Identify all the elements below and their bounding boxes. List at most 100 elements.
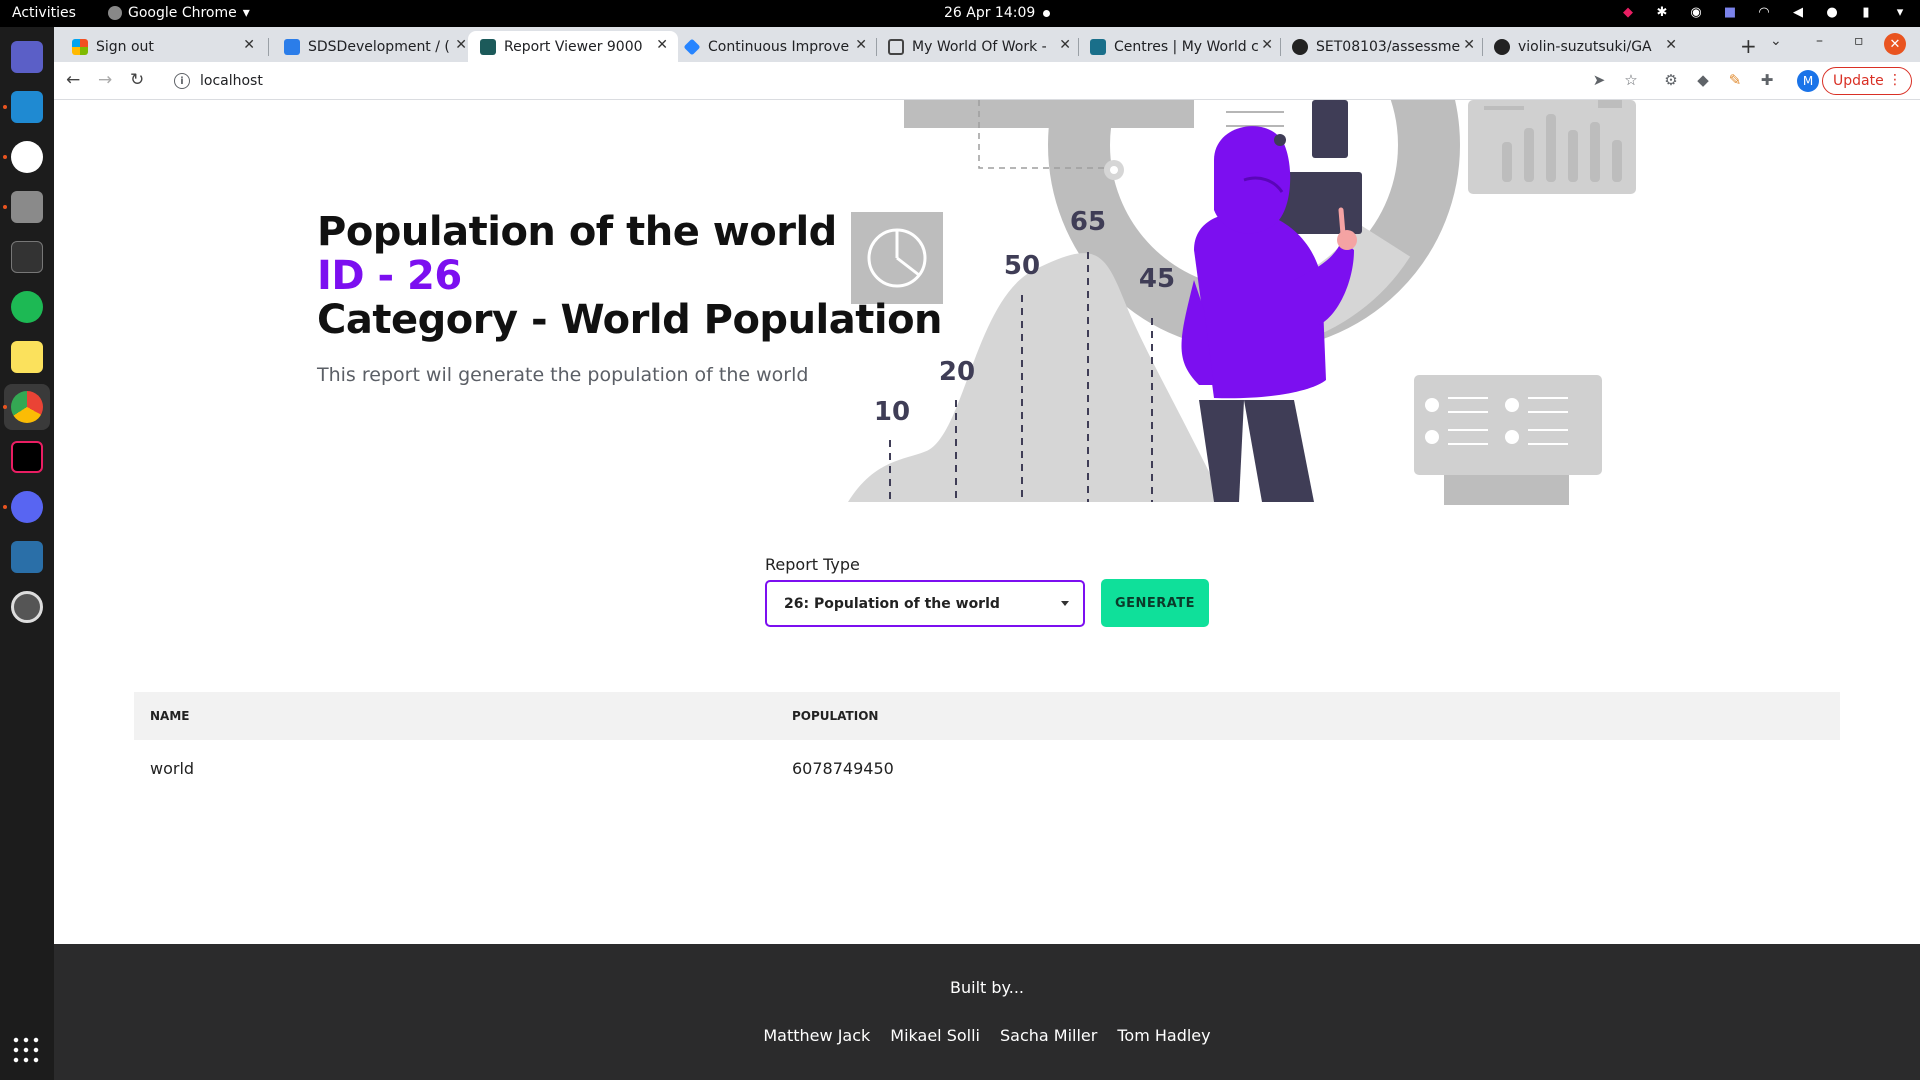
screenshot-icon[interactable] bbox=[11, 541, 43, 573]
notification-dot-icon bbox=[1043, 9, 1051, 17]
tab-report-viewer[interactable]: Report Viewer 9000 ✕ bbox=[468, 31, 678, 62]
extension-pen-icon[interactable]: ✎ bbox=[1726, 71, 1744, 89]
teams-tray-icon[interactable]: ■ bbox=[1722, 4, 1738, 20]
terminal-icon[interactable] bbox=[11, 241, 43, 273]
minimize-icon[interactable]: – bbox=[1816, 33, 1823, 49]
volume-icon[interactable]: ◀ bbox=[1790, 4, 1806, 20]
illustration-label-10: 10 bbox=[874, 397, 910, 427]
illustration-label-20: 20 bbox=[939, 357, 975, 387]
report-type-label: Report Type bbox=[765, 555, 860, 574]
clock[interactable]: 26 Apr 14:09 bbox=[944, 5, 1051, 21]
report-category: Category - World Population bbox=[317, 297, 943, 343]
github-icon bbox=[1494, 38, 1510, 55]
restore-icon[interactable]: ▫ bbox=[1854, 33, 1864, 49]
tab-set08103[interactable]: SET08103/assessme ✕ bbox=[1280, 31, 1485, 62]
centres-icon bbox=[1090, 38, 1106, 55]
author-name: Tom Hadley bbox=[1117, 1026, 1211, 1045]
spotify-icon[interactable] bbox=[11, 291, 43, 323]
illustration-label-45: 45 bbox=[1139, 264, 1175, 294]
tab-title: Report Viewer 9000 bbox=[504, 38, 643, 55]
slack-tray-icon[interactable]: ✱ bbox=[1654, 4, 1670, 20]
jira-icon bbox=[683, 38, 701, 55]
author-name: Matthew Jack bbox=[763, 1026, 871, 1045]
dock bbox=[0, 27, 54, 1080]
page-icon bbox=[888, 38, 904, 55]
address-bar[interactable]: i localhost bbox=[114, 66, 1594, 96]
close-icon[interactable]: ✕ bbox=[243, 37, 255, 53]
discord-tray-icon[interactable]: ◉ bbox=[1688, 4, 1704, 20]
cell-population: 6078749450 bbox=[792, 759, 894, 778]
built-by-label: Built by... bbox=[950, 978, 1024, 997]
tab-search-icon[interactable]: ⌄ bbox=[1770, 33, 1782, 49]
report-type-selected-value: 26: Population of the world bbox=[784, 595, 1000, 612]
app-indicator-icon[interactable]: ◆ bbox=[1620, 4, 1636, 20]
report-viewer-favicon-icon bbox=[480, 38, 496, 55]
cell-name: world bbox=[150, 759, 195, 778]
window-close-button[interactable]: ✕ bbox=[1884, 33, 1906, 55]
tab-continuous-improve[interactable]: Continuous Improve ✕ bbox=[672, 31, 877, 62]
close-icon[interactable]: ✕ bbox=[1261, 37, 1273, 53]
intellij-icon[interactable] bbox=[11, 441, 43, 473]
profile-avatar[interactable]: M bbox=[1797, 70, 1819, 92]
close-icon[interactable]: ✕ bbox=[1463, 37, 1475, 53]
tab-sdsdevelopment[interactable]: SDSDevelopment / ( ✕ bbox=[272, 31, 477, 62]
activities-button[interactable]: Activities bbox=[12, 5, 76, 21]
close-icon[interactable]: ✕ bbox=[855, 37, 867, 53]
send-to-device-icon[interactable]: ➤ bbox=[1590, 71, 1608, 89]
navigation-bar: ← → ↻ i localhost ➤ ☆ ⚙ ◆ ✎ ✚ M Update ⋮ bbox=[54, 62, 1920, 100]
update-button[interactable]: Update ⋮ bbox=[1822, 67, 1912, 95]
report-id: ID - 26 bbox=[317, 253, 462, 299]
extension-gear-icon[interactable]: ⚙ bbox=[1662, 71, 1680, 89]
generate-button[interactable]: GENERATE bbox=[1101, 579, 1209, 627]
teams-icon[interactable] bbox=[11, 41, 43, 73]
show-apps-icon[interactable] bbox=[11, 1035, 43, 1067]
tab-title: Continuous Improve bbox=[708, 38, 850, 55]
results-table: NAME POPULATION world 6078749450 bbox=[134, 692, 1840, 797]
report-heading: Population of the world ID - 26 Category… bbox=[317, 210, 943, 343]
report-type-select[interactable]: 26: Population of the world bbox=[765, 580, 1085, 627]
tab-strip: Sign out ✕ SDSDevelopment / ( ✕ Report V… bbox=[54, 27, 1920, 62]
tab-title: My World Of Work - bbox=[912, 38, 1047, 55]
microphone-icon[interactable]: ● bbox=[1824, 4, 1840, 20]
vscode-icon[interactable] bbox=[11, 91, 43, 123]
site-info-icon[interactable]: i bbox=[174, 73, 190, 89]
new-tab-button[interactable]: + bbox=[1740, 34, 1757, 58]
close-icon[interactable]: ✕ bbox=[1665, 37, 1677, 53]
tab-centres[interactable]: Centres | My World c ✕ bbox=[1078, 31, 1283, 62]
forward-arrow-icon[interactable]: → bbox=[98, 70, 112, 90]
extension-cube-icon[interactable]: ◆ bbox=[1694, 71, 1712, 89]
illustration-label-65: 65 bbox=[1070, 207, 1106, 237]
chrome-dock-icon[interactable] bbox=[11, 391, 43, 423]
back-arrow-icon[interactable]: ← bbox=[66, 70, 80, 90]
column-header-name: NAME bbox=[150, 709, 190, 723]
kebab-menu-icon: ⋮ bbox=[1888, 72, 1902, 88]
wifi-icon[interactable]: ◠ bbox=[1756, 4, 1772, 20]
close-icon[interactable]: ✕ bbox=[656, 37, 668, 53]
tab-sign-out[interactable]: Sign out ✕ bbox=[60, 31, 265, 62]
system-tray[interactable]: ◆ ✱ ◉ ■ ◠ ◀ ● ▮ ▾ bbox=[1620, 4, 1908, 20]
report-description: This report wil generate the population … bbox=[317, 364, 809, 386]
tab-my-world-of-work[interactable]: My World Of Work - ✕ bbox=[876, 31, 1081, 62]
tab-title: Sign out bbox=[96, 38, 154, 55]
update-label: Update bbox=[1833, 73, 1884, 89]
table-row: world 6078749450 bbox=[134, 740, 1840, 797]
slack-icon[interactable] bbox=[11, 141, 43, 173]
close-icon[interactable]: ✕ bbox=[1059, 37, 1071, 53]
battery-icon[interactable]: ▮ bbox=[1858, 4, 1874, 20]
system-top-bar: Activities Google Chrome ▾ 26 Apr 14:09 … bbox=[0, 0, 1920, 27]
discord-icon[interactable] bbox=[11, 491, 43, 523]
bookmark-star-icon[interactable]: ☆ bbox=[1622, 71, 1640, 89]
microsoft-icon bbox=[72, 38, 88, 55]
notes-icon[interactable] bbox=[11, 341, 43, 373]
report-viewer-page: 10 20 50 65 45 Population of the world I… bbox=[54, 100, 1920, 1080]
tab-violin-suzutsuki[interactable]: violin-suzutsuki/GA ✕ bbox=[1482, 31, 1687, 62]
power-menu-icon[interactable]: ▾ bbox=[1892, 4, 1908, 20]
url-text[interactable]: localhost bbox=[200, 73, 263, 89]
files-icon[interactable] bbox=[11, 191, 43, 223]
chrome-icon bbox=[108, 6, 122, 20]
close-icon[interactable]: ✕ bbox=[455, 37, 467, 53]
settings-icon[interactable] bbox=[11, 591, 43, 623]
github-icon bbox=[1292, 38, 1308, 55]
extensions-puzzle-icon[interactable]: ✚ bbox=[1758, 71, 1776, 89]
app-menu[interactable]: Google Chrome ▾ bbox=[108, 5, 250, 21]
